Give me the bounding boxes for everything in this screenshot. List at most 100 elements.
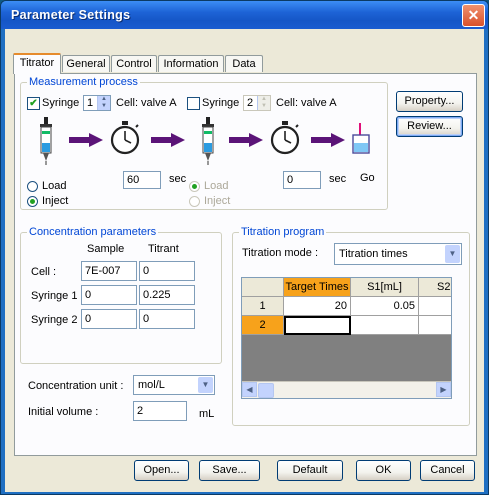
process-arrow-icon — [229, 133, 263, 147]
initial-volume-unit: mL — [199, 408, 215, 420]
step1-inject-radio[interactable] — [27, 196, 38, 207]
syringe1-titrant-input[interactable]: 0.225 — [139, 285, 195, 305]
step2-inject-label: Inject — [204, 195, 231, 207]
syringe1-value: 1 — [87, 97, 94, 109]
syringe1-sample-input[interactable]: 0 — [81, 285, 137, 305]
tab-titrator[interactable]: Titrator — [13, 53, 61, 74]
step1-load-label: Load — [42, 180, 67, 192]
concentration-parameters-label: Concentration parameters — [27, 226, 159, 238]
cell-beaker-icon — [352, 123, 370, 154]
titration-mode-label: Titration mode : — [242, 247, 319, 259]
grid-row-header[interactable]: 2 — [242, 316, 284, 335]
tab-general[interactable]: General — [62, 55, 110, 72]
process-arrow-icon — [151, 133, 185, 147]
grid-corner-header — [242, 278, 284, 297]
grid-cell-s1[interactable]: 0.05 — [351, 297, 419, 316]
step2-load-radio[interactable] — [189, 181, 200, 192]
measurement-process-label: Measurement process — [27, 76, 140, 88]
step1-load-radio[interactable] — [27, 181, 38, 192]
syringe1-label: Syringe — [42, 97, 80, 109]
concentration-unit-label: Concentration unit : — [28, 380, 124, 392]
save-button[interactable]: Save... — [199, 460, 260, 481]
cell-row-label: Cell : — [31, 266, 57, 278]
tab-information[interactable]: Information — [158, 55, 224, 72]
grid-row-header[interactable]: 1 — [242, 297, 284, 316]
stopwatch-icon — [110, 121, 140, 155]
titrator-tab-panel: Measurement process ✔ Syringe 1 ▲ ▼ Cell:… — [14, 73, 477, 456]
step1-time-input[interactable]: 60 — [123, 171, 161, 189]
scroll-right-icon[interactable]: ▶ — [436, 382, 451, 397]
initial-volume-label: Initial volume : — [28, 406, 99, 418]
grid-cell-target-active[interactable] — [284, 316, 351, 335]
scroll-left-icon[interactable]: ◀ — [242, 382, 257, 397]
window-title: Parameter Settings — [11, 8, 131, 22]
titrant-column-header: Titrant — [148, 243, 179, 255]
grid-horizontal-scrollbar[interactable]: ◀ ▶ — [242, 381, 451, 398]
parameter-settings-window: Parameter Settings ✕ Titrator General Co… — [0, 0, 489, 495]
process-arrow-icon — [69, 133, 103, 147]
titration-mode-value: Titration times — [339, 248, 408, 260]
open-button[interactable]: Open... — [134, 460, 189, 481]
syringe2-spin-arrows[interactable]: ▲ ▼ — [257, 96, 270, 110]
syringe1-checkbox[interactable]: ✔ — [27, 97, 40, 110]
process-arrow-icon — [311, 133, 345, 147]
step2-time-input[interactable]: 0 — [283, 171, 321, 189]
step1-time-unit: sec — [169, 173, 187, 185]
titration-mode-select[interactable]: Titration times ▼ — [334, 243, 462, 265]
ok-button[interactable]: OK — [356, 460, 411, 481]
concentration-parameters-group: Concentration parameters Sample Titrant … — [20, 226, 222, 364]
syringe2-label: Syringe — [202, 97, 240, 109]
sample-column-header: Sample — [87, 243, 125, 255]
spin-down-icon: ▼ — [261, 103, 267, 109]
dialog-client: Titrator General Control Information Dat… — [5, 29, 484, 492]
syringe2-spinner[interactable]: 2 ▲ ▼ — [243, 95, 271, 111]
titration-program-group: Titration program Titration mode : Titra… — [232, 226, 470, 426]
tab-data[interactable]: Data — [225, 55, 263, 72]
step2-inject-radio[interactable] — [189, 196, 200, 207]
stopwatch-icon — [270, 121, 300, 155]
initial-volume-input[interactable]: 2 — [133, 401, 187, 421]
syringe2-checkbox[interactable]: ✔ — [187, 97, 200, 110]
go-label: Go — [360, 172, 375, 184]
scroll-thumb[interactable] — [258, 383, 274, 398]
titration-program-label: Titration program — [239, 226, 327, 238]
syringe-icon — [40, 117, 52, 165]
cell-sample-input[interactable]: 7E-007 — [81, 261, 137, 281]
cancel-button[interactable]: Cancel — [420, 460, 475, 481]
syringe2-sample-input[interactable]: 0 — [81, 309, 137, 329]
grid-cell-s1[interactable] — [351, 316, 419, 335]
syringe1-spin-arrows[interactable]: ▲ ▼ — [97, 96, 110, 110]
syringe1-spinner[interactable]: 1 ▲ ▼ — [83, 95, 111, 111]
title-bar[interactable]: Parameter Settings ✕ — [1, 1, 488, 29]
measurement-process-group: Measurement process ✔ Syringe 1 ▲ ▼ Cell:… — [20, 76, 388, 210]
titration-program-grid[interactable]: Target Times S1[mL] S2[mL] 1 20 0.05 2 ◀… — [241, 277, 452, 399]
grid-cell-target[interactable]: 20 — [284, 297, 351, 316]
step1-inject-label: Inject — [42, 195, 69, 207]
close-button[interactable]: ✕ — [462, 4, 485, 27]
grid-header-s2[interactable]: S2[mL] — [419, 278, 451, 297]
syringe2-titrant-input[interactable]: 0 — [139, 309, 195, 329]
spin-up-icon: ▲ — [101, 96, 107, 102]
chevron-down-icon[interactable]: ▼ — [198, 377, 213, 393]
grid-cell-s2[interactable] — [419, 297, 451, 316]
step2-time-unit: sec — [329, 173, 347, 185]
syringe2-cell-label: Cell: valve A — [276, 97, 337, 109]
spin-down-icon: ▼ — [101, 103, 107, 109]
concentration-unit-value: mol/L — [138, 379, 165, 391]
syringe2-row-label: Syringe 2 : — [31, 314, 84, 326]
spin-up-icon: ▲ — [261, 96, 267, 102]
property-button[interactable]: Property... — [396, 91, 463, 112]
review-button[interactable]: Review... — [396, 116, 463, 137]
step2-load-label: Load — [204, 180, 229, 192]
syringe2-value: 2 — [247, 97, 254, 109]
tab-control[interactable]: Control — [111, 55, 157, 72]
cell-titrant-input[interactable]: 0 — [139, 261, 195, 281]
grid-header-target-times[interactable]: Target Times — [284, 278, 351, 297]
syringe1-row-label: Syringe 1 : — [31, 290, 84, 302]
chevron-down-icon[interactable]: ▼ — [445, 245, 460, 263]
default-button[interactable]: Default — [277, 460, 343, 481]
concentration-unit-select[interactable]: mol/L ▼ — [133, 375, 215, 395]
syringe1-cell-label: Cell: valve A — [116, 97, 177, 109]
grid-cell-s2[interactable] — [419, 316, 451, 335]
grid-header-s1[interactable]: S1[mL] — [351, 278, 419, 297]
